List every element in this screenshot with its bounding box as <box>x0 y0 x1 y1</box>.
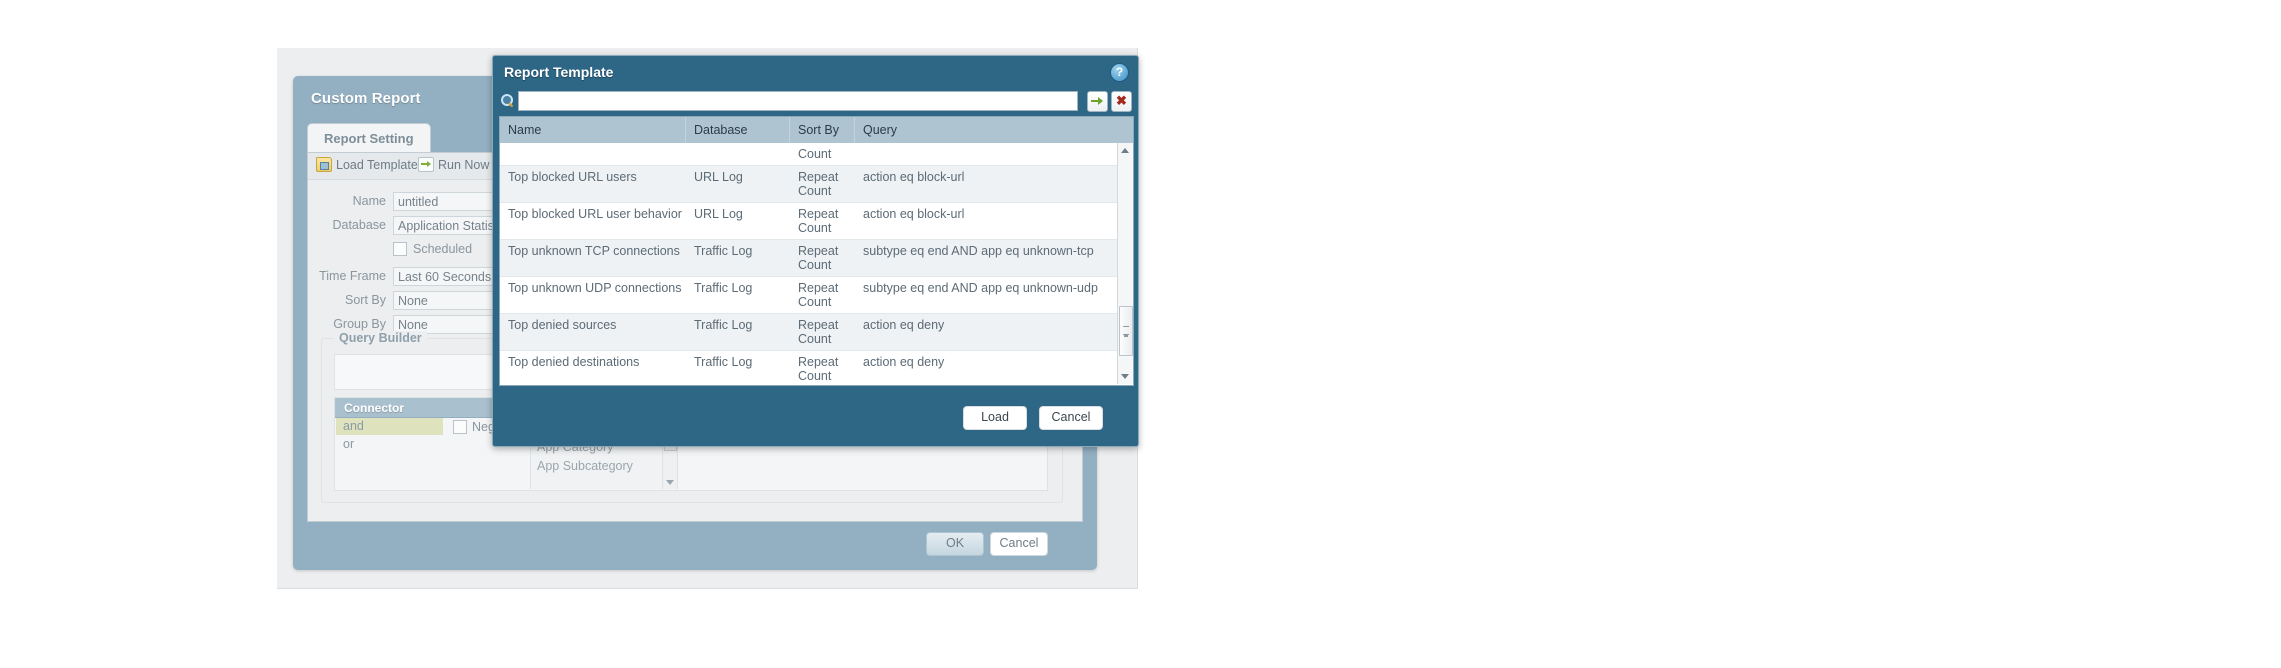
query-builder-legend: Query Builder <box>334 331 427 345</box>
load-template-label: Load Template <box>336 157 418 172</box>
scheduled-label: Scheduled <box>413 242 473 256</box>
sort-by-label: Sort By <box>345 293 386 307</box>
column-header-database[interactable]: Database <box>686 117 790 143</box>
cell-sort-by: Repeat Count <box>798 207 839 235</box>
load-template-button[interactable]: Load Template <box>316 157 418 172</box>
table-row[interactable]: Top unknown UDP connections Traffic Log … <box>500 277 1117 314</box>
search-go-button[interactable] <box>1087 91 1108 112</box>
report-template-titlebar[interactable]: Report Template ? <box>493 56 1138 89</box>
report-template-footer: Load Cancel <box>493 390 1138 446</box>
group-by-label: Group By <box>333 317 386 331</box>
report-template-title: Report Template <box>504 64 614 80</box>
database-label: Database <box>332 218 386 232</box>
cancel-button[interactable]: Cancel <box>1039 406 1103 430</box>
negate-checkbox[interactable] <box>453 420 467 434</box>
cell-sort-by: Count <box>798 147 832 161</box>
cell-database: Traffic Log <box>694 244 753 258</box>
field-list-item-app-subcategory[interactable]: App Subcategory <box>531 456 677 475</box>
report-template-table: Name Database Sort By Query Count Top bl… <box>499 116 1134 386</box>
search-input[interactable] <box>518 91 1078 111</box>
cell-query: action eq deny <box>863 318 945 332</box>
scroll-up-arrow-icon[interactable] <box>1121 148 1129 153</box>
cell-name: Top blocked URL user behavior <box>508 207 682 221</box>
cell-sort-by: Repeat Count <box>798 355 839 383</box>
scheduled-checkbox[interactable] <box>393 242 407 256</box>
table-vertical-scrollbar[interactable] <box>1117 143 1133 384</box>
table-row[interactable]: Count <box>500 143 1117 166</box>
search-clear-button[interactable]: ✖ <box>1111 91 1132 112</box>
column-header-query[interactable]: Query <box>855 117 1117 143</box>
connector-header-label: Connector <box>344 401 404 415</box>
cell-name: Top denied destinations <box>508 355 640 369</box>
load-button[interactable]: Load <box>963 406 1027 430</box>
cell-name: Top unknown TCP connections <box>508 244 680 258</box>
cell-sort-by: Repeat Count <box>798 244 839 272</box>
column-header-name[interactable]: Name <box>500 117 686 143</box>
tab-report-setting[interactable]: Report Setting <box>307 123 431 154</box>
name-label: Name <box>352 194 386 208</box>
cell-query: action eq block-url <box>863 207 965 221</box>
search-icon <box>501 94 514 108</box>
time-frame-label: Time Frame <box>319 269 386 283</box>
report-template-searchbar: ✖ <box>499 89 1132 115</box>
table-row[interactable]: Top denied sources Traffic Log Repeat Co… <box>500 314 1117 351</box>
folder-icon <box>316 157 332 172</box>
cell-name: Top blocked URL users <box>508 170 637 184</box>
cell-database <box>686 143 790 165</box>
cell-sort-by: Repeat Count <box>798 170 839 198</box>
custom-report-ok-button[interactable]: OK <box>926 532 984 556</box>
connector-option-and[interactable]: and <box>336 418 443 435</box>
table-header-row: Name Database Sort By Query <box>500 117 1133 144</box>
custom-report-title: Custom Report <box>311 90 421 107</box>
run-now-button[interactable]: Run Now <box>418 157 489 172</box>
connector-option-or[interactable]: or <box>336 436 443 453</box>
cell-sort-by: Repeat Count <box>798 318 839 346</box>
column-header-sort-by[interactable]: Sort By <box>790 117 855 143</box>
cell-query: subtype eq end AND app eq unknown-tcp <box>863 244 1094 258</box>
table-row[interactable]: Top denied destinations Traffic Log Repe… <box>500 351 1117 384</box>
table-row[interactable]: Top blocked URL users URL Log Repeat Cou… <box>500 166 1117 203</box>
cell-database: Traffic Log <box>694 355 753 369</box>
run-now-label: Run Now <box>438 157 490 172</box>
cell-database: Traffic Log <box>694 281 753 295</box>
cell-query: action eq block-url <box>863 170 965 184</box>
table-row[interactable]: Top blocked URL user behavior URL Log Re… <box>500 203 1117 240</box>
report-template-dialog: Report Template ? ✖ Name Database Sort B… <box>492 55 1139 447</box>
cell-name <box>500 143 686 165</box>
scroll-down-arrow-icon[interactable] <box>1121 374 1129 379</box>
table-body: Count Top blocked URL users URL Log Repe… <box>500 143 1117 384</box>
red-x-icon: ✖ <box>1116 93 1127 108</box>
cell-database: URL Log <box>694 170 743 184</box>
cell-database: URL Log <box>694 207 743 221</box>
scroll-down-arrow-icon[interactable] <box>666 480 674 485</box>
cell-query: subtype eq end AND app eq unknown-udp <box>863 281 1098 295</box>
scheduled-row: Scheduled <box>393 242 472 256</box>
cell-query <box>855 143 1117 165</box>
custom-report-cancel-button[interactable]: Cancel <box>990 532 1048 556</box>
table-row[interactable]: Top unknown TCP connections Traffic Log … <box>500 240 1117 277</box>
scrollbar-thumb[interactable] <box>1119 306 1133 356</box>
cell-name: Top unknown UDP connections <box>508 281 682 295</box>
run-arrow-icon <box>418 157 434 172</box>
cell-name: Top denied sources <box>508 318 617 332</box>
screen: Custom Report Report Setting Load Templa… <box>0 0 2281 668</box>
help-icon[interactable]: ? <box>1110 63 1129 82</box>
green-arrow-icon <box>1091 97 1103 105</box>
cell-database: Traffic Log <box>694 318 753 332</box>
cell-query: action eq deny <box>863 355 945 369</box>
cell-sort-by: Repeat Count <box>798 281 839 309</box>
